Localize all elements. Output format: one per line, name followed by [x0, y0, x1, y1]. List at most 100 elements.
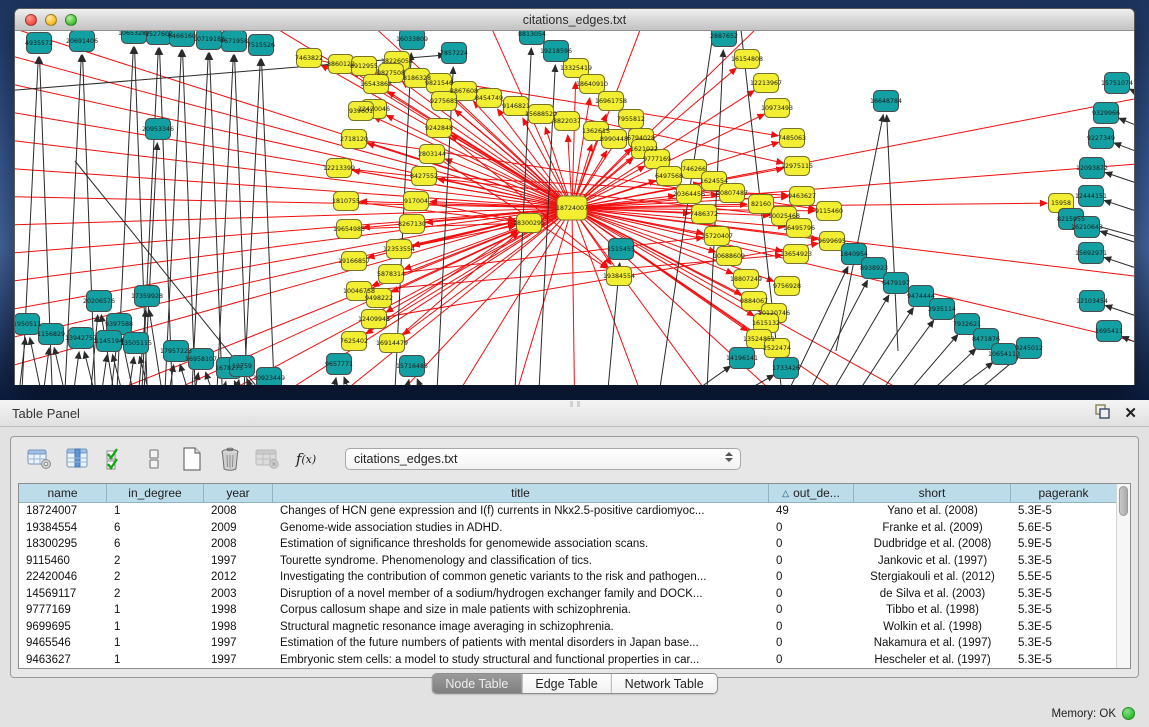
close-panel-icon[interactable]: ✕: [1124, 406, 1137, 422]
table-cell: 2009: [204, 522, 273, 534]
table-cell: 5.3E-5: [1011, 588, 1116, 600]
column-header-title[interactable]: title: [273, 484, 769, 502]
graph-node-label: 6497568: [655, 173, 683, 180]
graph-node-label: 9884067: [740, 298, 768, 305]
table-vertical-scrollbar[interactable]: [1116, 484, 1130, 668]
graph-node-label: 9756928: [773, 283, 801, 290]
float-panel-icon[interactable]: [1094, 404, 1110, 424]
show-columns-icon[interactable]: [63, 445, 93, 473]
table-row[interactable]: 1872400712008Changes of HCN gene express…: [19, 503, 1116, 520]
table-cell: Franke et al. (2009): [854, 522, 1011, 534]
graph-node-label: 16154808: [731, 56, 763, 63]
table-cell: 0: [769, 522, 854, 534]
table-row[interactable]: 2242004622012Investigating the contribut…: [19, 569, 1116, 586]
splitter-handle[interactable]: [570, 401, 580, 407]
close-window-button[interactable]: [25, 14, 37, 26]
select-rows-icon[interactable]: [101, 445, 131, 473]
graph-node-label: 8938923: [860, 265, 888, 272]
table-cell: 9463627: [19, 654, 107, 666]
table-row[interactable]: 946362711997Embryonic stem cells: a mode…: [19, 652, 1116, 669]
table-cell: 1: [107, 505, 204, 517]
table-cell: 22420046: [19, 571, 107, 583]
delete-table-icon[interactable]: [253, 445, 283, 473]
table-mode-icon[interactable]: [139, 445, 169, 473]
node-table: name in_degree year title △out_de... sho…: [18, 483, 1131, 669]
graph-node-label: 1145194: [95, 338, 123, 345]
network-canvas[interactable]: 1872400774638228860122891295518226058982…: [15, 31, 1134, 385]
graph-node-label: 1621022: [630, 146, 658, 153]
table-row[interactable]: 1938455462009Genome-wide association stu…: [19, 520, 1116, 537]
graph-node-label: 1362615: [582, 128, 610, 135]
table-cell: 5.9E-5: [1011, 538, 1116, 550]
tab-node-table[interactable]: Node Table: [432, 674, 522, 693]
table-cell: Estimation of the future numbers of pati…: [273, 637, 769, 649]
graph-node-label: 12103454: [1076, 298, 1108, 305]
table-row[interactable]: 977716911998Corpus callosum shape and si…: [19, 602, 1116, 619]
table-cell: Jankovic et al. (1997): [854, 555, 1011, 567]
table-row[interactable]: 911546021997Tourette syndrome. Phenomeno…: [19, 553, 1116, 570]
delete-column-icon[interactable]: [215, 445, 245, 473]
table-cell: 2008: [204, 538, 273, 550]
table-row[interactable]: 1456911722003Disruption of a novel membe…: [19, 586, 1116, 603]
column-header-short[interactable]: short: [854, 484, 1011, 502]
tab-network-table[interactable]: Network Table: [612, 674, 717, 693]
table-panel: Table Panel ✕: [0, 400, 1149, 727]
memory-status-label: Memory: OK: [1051, 708, 1116, 720]
graph-node-label: 9657771: [325, 361, 353, 368]
table-options-icon[interactable]: [25, 445, 55, 473]
table-cell: 14569117: [19, 588, 107, 600]
graph-node-label: 7463822: [295, 55, 323, 62]
citation-network-graph[interactable]: 1872400774638228860122891295518226058982…: [15, 31, 1134, 385]
graph-node-label: 19384554: [603, 273, 635, 280]
column-header-name[interactable]: name: [19, 484, 107, 502]
table-panel-title: Table Panel: [12, 406, 80, 421]
table-cell: Dudbridge et al. (2008): [854, 538, 1011, 550]
graph-node-label: 1624554: [700, 178, 728, 185]
column-header-pagerank[interactable]: pagerank: [1011, 484, 1116, 502]
minimize-window-button[interactable]: [45, 14, 57, 26]
create-column-icon[interactable]: [177, 445, 207, 473]
zoom-window-button[interactable]: [65, 14, 77, 26]
table-cell: 2008: [204, 505, 273, 517]
table-cell: 0: [769, 571, 854, 583]
graph-node-label: 2803144: [418, 151, 446, 158]
graph-node-label: 6466160: [168, 33, 196, 40]
graph-node-label: 9227349: [1087, 135, 1115, 142]
graph-node-label: 20206576: [83, 298, 115, 305]
graph-node-label: 9699695: [818, 238, 846, 245]
column-header-year[interactable]: year: [204, 484, 273, 502]
table-cell: 0: [769, 637, 854, 649]
graph-node-label: 16648784: [870, 98, 902, 105]
table-cell: 2003: [204, 588, 273, 600]
table-cell: de Silva et al. (2003): [854, 588, 1011, 600]
graph-node-label: 1615132: [752, 320, 780, 327]
graph-node-label: 1840954: [840, 251, 868, 258]
table-cell: Estimation of significance thresholds fo…: [273, 538, 769, 550]
tab-edge-table[interactable]: Edge Table: [522, 674, 611, 693]
table-cell: Disruption of a novel member of a sodium…: [273, 588, 769, 600]
table-cell: 5.3E-5: [1011, 654, 1116, 666]
table-cell: 1: [107, 621, 204, 633]
function-builder-icon[interactable]: f(x): [291, 445, 321, 473]
table-cell: 0: [769, 654, 854, 666]
table-row[interactable]: 946554611997Estimation of the future num…: [19, 635, 1116, 652]
table-row[interactable]: 969969511998Structural magnetic resonanc…: [19, 619, 1116, 636]
graph-node-label: 7625402: [340, 338, 368, 345]
table-row[interactable]: 1830029562008Estimation of significance …: [19, 536, 1116, 553]
table-selector-dropdown[interactable]: citations_edges.txt: [345, 448, 741, 470]
table-cell: Corpus callosum shape and size in male p…: [273, 604, 769, 616]
graph-node-label: 8454749: [475, 95, 503, 102]
network-window[interactable]: citations_edges.txt 18724007746382288601…: [14, 8, 1135, 385]
graph-node-label: 10654113: [988, 351, 1020, 358]
graph-node-label: 15720407: [701, 233, 733, 240]
table-cell: 0: [769, 621, 854, 633]
column-header-out-degree[interactable]: △out_de...: [769, 484, 854, 502]
network-window-titlebar[interactable]: citations_edges.txt: [15, 9, 1134, 31]
table-cell: Structural magnetic resonance image aver…: [273, 621, 769, 633]
table-cell: 18300295: [19, 538, 107, 550]
graph-node-label: 16914479: [376, 340, 408, 347]
column-header-in-degree[interactable]: in_degree: [107, 484, 204, 502]
scrollbar-thumb[interactable]: [1119, 486, 1128, 516]
graph-node-label: 8267130: [398, 221, 426, 228]
graph-node-label: 18807249: [730, 276, 762, 283]
